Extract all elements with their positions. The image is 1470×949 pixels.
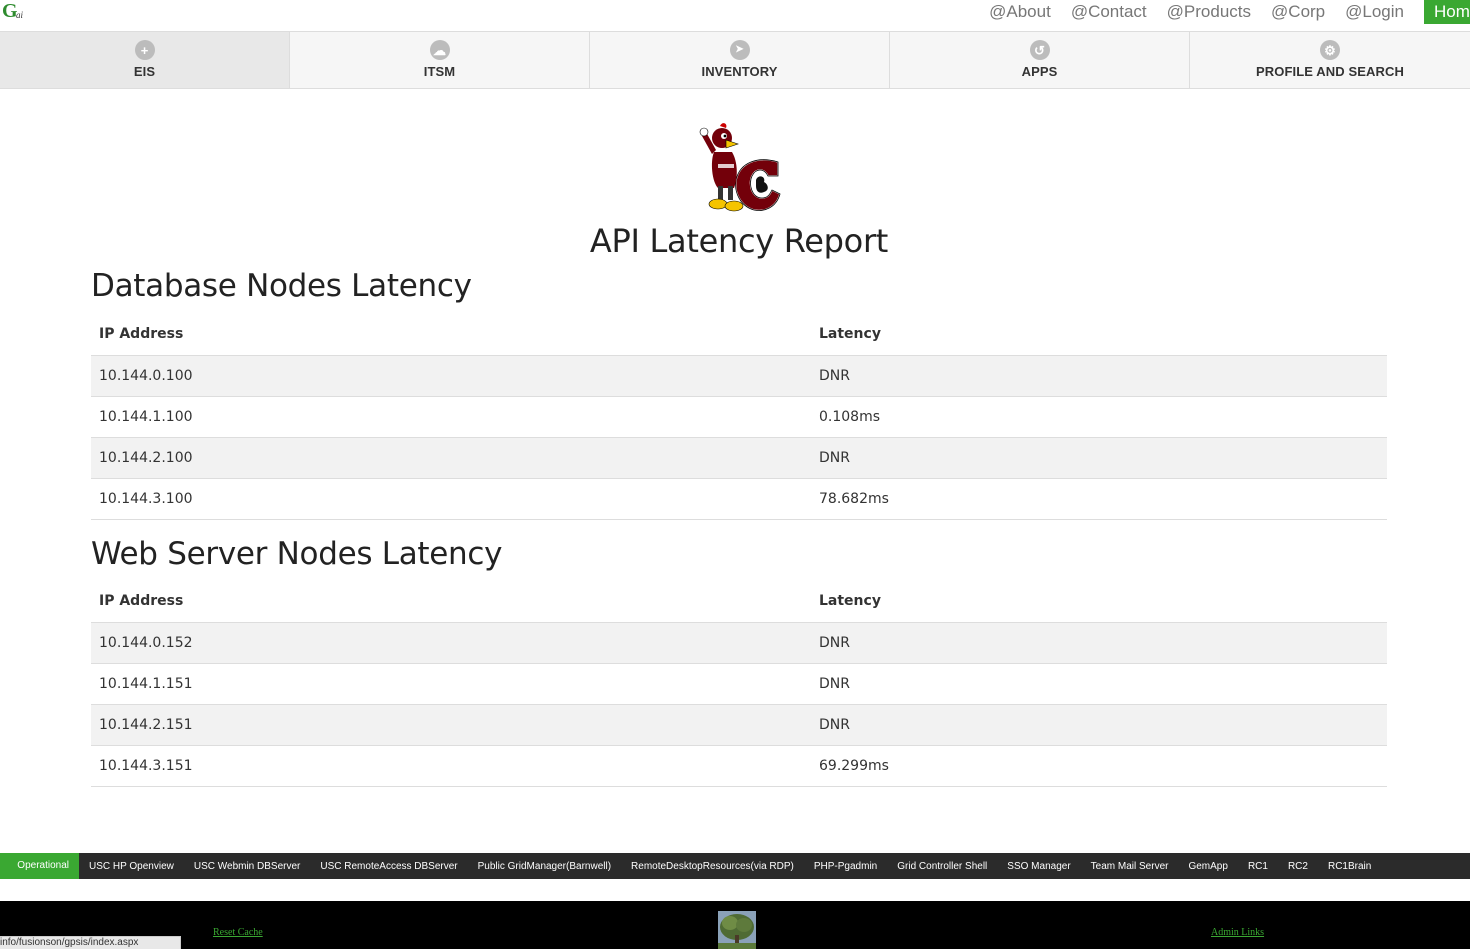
ip-cell: 10.144.0.100 [91, 355, 811, 397]
latency-cell: 69.299ms [811, 745, 1387, 787]
column-header-ip: IP Address [91, 314, 811, 356]
tree-image [718, 911, 756, 949]
table-row: 10.144.3.100 78.682ms [91, 478, 1387, 520]
oplink-remotedesktopresources[interactable]: RemoteDesktopResources(via RDP) [631, 861, 794, 872]
navigation-arrow-icon: ➤ [729, 40, 750, 60]
home-button[interactable]: Home [1424, 0, 1470, 24]
ip-cell: 10.144.2.151 [91, 704, 811, 746]
mascot-logo [699, 123, 781, 212]
ip-cell: 10.144.0.152 [91, 622, 811, 664]
column-header-latency: Latency [811, 314, 1387, 356]
oplink-team-mail-server[interactable]: Team Mail Server [1091, 861, 1169, 872]
tab-apps[interactable]: ↺ APPS [890, 32, 1190, 88]
status-bar-url: info/fusionson/gpsis/index.aspx [0, 936, 181, 949]
table-row: 10.144.3.151 69.299ms [91, 745, 1387, 787]
operational-links-bar: Operational Links USC HP Openview USC We… [0, 853, 1470, 897]
webserver-heading: Web Server Nodes Latency [91, 536, 503, 572]
admin-links-link[interactable]: Admin Links [1211, 927, 1264, 938]
products-link[interactable]: @Products [1167, 2, 1251, 22]
tab-label: EIS [133, 64, 156, 79]
table-row: 10.144.0.100 DNR [91, 355, 1387, 397]
table-row: 10.144.1.151 DNR [91, 663, 1387, 705]
database-heading: Database Nodes Latency [91, 268, 472, 304]
operational-links-label: Operational Links [0, 853, 79, 897]
ip-cell: 10.144.3.151 [91, 745, 811, 787]
top-bar: G ai @About @Contact @Products @Corp @Lo… [0, 0, 1470, 31]
gear-icon: ⚙ [1320, 40, 1340, 60]
contact-link[interactable]: @Contact [1071, 2, 1147, 22]
latency-cell: DNR [811, 437, 1387, 479]
main-nav: + EIS ☁ ITSM ➤ INVENTORY ↺ APPS ⚙ PROFIL… [0, 31, 1470, 89]
table-row: 10.144.2.100 DNR [91, 437, 1387, 479]
ip-cell: 10.144.3.100 [91, 478, 811, 520]
ip-cell: 10.144.2.100 [91, 437, 811, 479]
oplink-gemapp[interactable]: GemApp [1188, 861, 1227, 872]
tab-eis[interactable]: + EIS [0, 32, 290, 88]
tab-profile-and-search[interactable]: ⚙ PROFILE AND SEARCH [1190, 32, 1470, 88]
tab-label: INVENTORY [701, 64, 778, 79]
ip-cell: 10.144.1.100 [91, 396, 811, 438]
tab-inventory[interactable]: ➤ INVENTORY [590, 32, 890, 88]
reset-cache-link[interactable]: Reset Cache [213, 927, 263, 938]
oplink-usc-hp-openview[interactable]: USC HP Openview [89, 861, 174, 872]
oplink-grid-controller-shell[interactable]: Grid Controller Shell [897, 861, 987, 872]
oplink-rc1[interactable]: RC1 [1248, 861, 1268, 872]
latency-cell: DNR [811, 622, 1387, 664]
oplink-php-pgadmin[interactable]: PHP-Pgadmin [814, 861, 877, 872]
oplink-usc-remoteaccess-dbserver[interactable]: USC RemoteAccess DBServer [320, 861, 457, 872]
oplink-sso-manager[interactable]: SSO Manager [1007, 861, 1070, 872]
about-link[interactable]: @About [989, 2, 1051, 22]
database-latency-table: IP Address Latency 10.144.0.100 DNR 10.1… [91, 314, 1387, 520]
undo-icon: ↺ [1029, 40, 1050, 60]
top-links: @About @Contact @Products @Corp @Login H… [989, 0, 1470, 24]
site-logo[interactable]: G ai [2, 0, 34, 24]
column-header-ip: IP Address [91, 581, 811, 623]
login-link[interactable]: @Login [1345, 2, 1404, 22]
latency-cell: DNR [811, 663, 1387, 705]
latency-cell: 0.108ms [811, 396, 1387, 438]
tab-label: APPS [1021, 64, 1058, 79]
corp-link[interactable]: @Corp [1271, 2, 1325, 22]
table-row: 10.144.2.151 DNR [91, 704, 1387, 746]
table-row: 10.144.1.100 0.108ms [91, 396, 1387, 438]
latency-cell: DNR [811, 704, 1387, 746]
latency-cell: DNR [811, 355, 1387, 397]
logo-subtext: ai [16, 10, 24, 20]
webserver-latency-table: IP Address Latency 10.144.0.152 DNR 10.1… [91, 581, 1387, 787]
table-header-row: IP Address Latency [91, 581, 1387, 623]
table-row: 10.144.0.152 DNR [91, 622, 1387, 664]
tab-label: ITSM [423, 64, 456, 79]
oplink-usc-webmin-dbserver[interactable]: USC Webmin DBServer [194, 861, 301, 872]
tab-itsm[interactable]: ☁ ITSM [290, 32, 590, 88]
plus-circle-icon: + [134, 40, 155, 60]
oplink-rc2[interactable]: RC2 [1288, 861, 1308, 872]
column-header-latency: Latency [811, 581, 1387, 623]
table-header-row: IP Address Latency [91, 314, 1387, 356]
footer: Reset Cache Admin Links [0, 901, 1470, 949]
ip-cell: 10.144.1.151 [91, 663, 811, 705]
latency-cell: 78.682ms [811, 478, 1387, 520]
tab-label: PROFILE AND SEARCH [1256, 64, 1404, 79]
page-title: API Latency Report [589, 222, 889, 260]
cloud-icon: ☁ [429, 40, 450, 60]
oplink-public-gridmanager[interactable]: Public GridManager(Barnwell) [478, 861, 611, 872]
oplink-rc1brain[interactable]: RC1Brain [1328, 861, 1371, 872]
